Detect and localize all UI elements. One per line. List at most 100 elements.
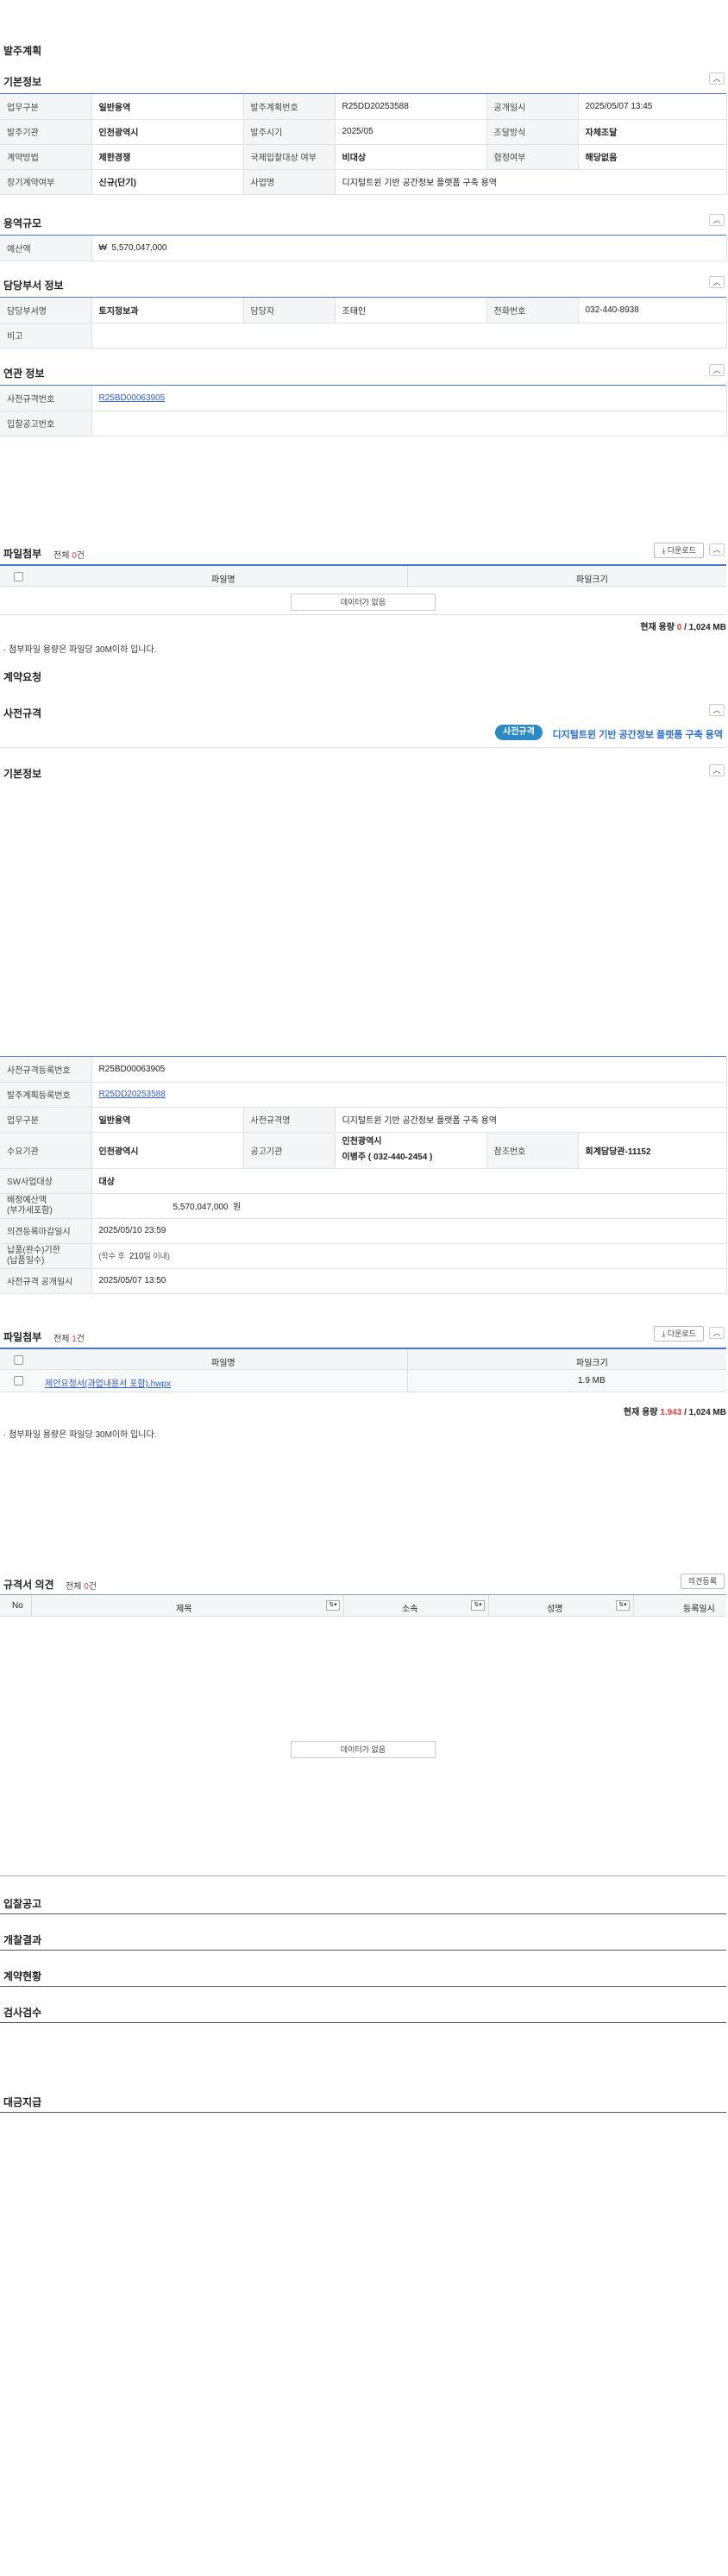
value-proc-method: 자체조달 (578, 119, 727, 145)
order-basic-title: 기본정보 (3, 76, 42, 88)
chevron-up-icon[interactable]: ︿ (709, 214, 725, 226)
value-work-type: 일반용역 (91, 94, 244, 120)
value-sw: 대상 (91, 1168, 727, 1194)
download-button[interactable]: ⤓ 다운로드 (654, 543, 704, 558)
prespec-basic-table: 사전규격등록번호 R25BD00063905 발주계획등록번호 R25DD202… (0, 1057, 727, 1294)
sort-icon[interactable]: ⇅▾ (326, 1600, 340, 1611)
dept-title: 담당부서 정보 (3, 280, 64, 292)
chevron-up-icon[interactable]: ︿ (709, 764, 725, 776)
prespec-attach-title: 파일첨부 (3, 1331, 42, 1343)
chevron-up-icon[interactable]: ︿ (709, 72, 725, 85)
opinion-header: No 제목 ⇅▾ 소속 ⇅▾ 성명 ⇅▾ 등록일시 (0, 1594, 726, 1617)
file-checkbox[interactable] (14, 1376, 23, 1385)
col-affiliation: 소속 (402, 1605, 418, 1614)
label-deadline: 의견등록마감일시 (0, 1218, 92, 1244)
period-suffix: 일 이내) (143, 1252, 170, 1260)
label-long-term: 장기계약여부 (0, 169, 92, 195)
select-all-checkbox[interactable] (14, 572, 23, 581)
related-table: 사전규격번호 R25BD00063905 입찰공고번호 (0, 386, 727, 437)
period-prefix: (착수 후 (98, 1252, 125, 1260)
currency-symbol: ₩ (98, 242, 107, 253)
budget-unit: 원 (233, 1203, 242, 1212)
label-intl: 국제입찰대상 여부 (243, 144, 336, 170)
value-contract-method: 제한경쟁 (91, 144, 244, 170)
value-ref-no: 회계담당관-11152 (578, 1132, 727, 1169)
contract-status-title: 계약현황 (3, 1970, 42, 1982)
chevron-up-icon[interactable]: ︿ (709, 704, 725, 716)
label-proc-method: 조달방식 (486, 119, 579, 145)
value-project-name: 디지털트윈 기반 공간정보 플랫폼 구축 용역 (335, 169, 727, 195)
label-contract-method: 계약방법 (0, 144, 92, 170)
value-dept: 토지정보과 (91, 298, 244, 324)
value-remark (91, 323, 727, 349)
label-bid-no: 입찰공고번호 (0, 411, 92, 437)
label-open-date: 공개일시 (486, 94, 579, 120)
value-open: 2025/05/07 13:50 (91, 1268, 727, 1294)
label-notice-org: 공고기관 (243, 1132, 336, 1169)
scale-table: 예산액 ₩ 5,570,047,000 (0, 236, 727, 261)
col-name: 성명 (547, 1605, 563, 1614)
value-work: 일반용역 (91, 1107, 244, 1133)
prespec-spec-title: 디지털트윈 기반 공간정보 플랫폼 구축 용역 (552, 730, 723, 740)
payment-title: 대금지급 (3, 2096, 42, 2108)
opinion-count: 전체 0건 (66, 1582, 97, 1592)
register-opinion-button[interactable]: 의견등록 (680, 1574, 725, 1589)
label-dept: 담당부서명 (0, 298, 92, 324)
value-demand: 인천광역시 (91, 1132, 244, 1169)
select-all-checkbox[interactable] (14, 1355, 23, 1365)
order-attach-count: 전체 0건 (53, 551, 85, 561)
label-budget: 예산액 (0, 236, 92, 261)
prespec-basic-title: 기본정보 (3, 768, 42, 780)
chevron-up-icon[interactable]: ︿ (709, 1327, 725, 1339)
inspection-title: 검사검수 (3, 2007, 42, 2019)
sort-icon[interactable]: ⇅▾ (471, 1600, 485, 1611)
value-long-term: 신규(단기) (91, 169, 244, 195)
bid-notice-title: 입찰공고 (3, 1898, 42, 1910)
label-project-name: 사업명 (243, 169, 336, 195)
col-file-size: 파일크기 (576, 1359, 608, 1368)
label-ref-no: 참조번호 (486, 1132, 579, 1169)
prespec-badge: 사전규격 (495, 725, 543, 740)
value-deadline: 2025/05/10 23:59 (91, 1218, 727, 1244)
prespec-attach-count: 전체 1건 (53, 1335, 85, 1344)
prespec-attach-capacity: 현재 용량 1.943 / 1,024 MB (623, 1408, 726, 1417)
value-bid-no (91, 411, 727, 437)
value-phone: 032-440-8938 (578, 298, 727, 324)
file-link[interactable]: 제안요청서(과업내용서 포함).hwpx (45, 1376, 171, 1389)
sort-icon[interactable]: ⇅▾ (616, 1600, 630, 1611)
prespec-no-link[interactable]: R25BD00063905 (99, 393, 166, 403)
label-person: 담당자 (243, 298, 336, 324)
col-title: 제목 (176, 1605, 192, 1614)
value-reg-no: R25BD00063905 (91, 1057, 727, 1083)
no-data-message: 데이터가 없음 (291, 1741, 436, 1758)
order-attach-note: · 첨부파일 용량은 파일당 30M이하 입니다. (3, 645, 157, 655)
chevron-up-icon[interactable]: ︿ (709, 543, 725, 556)
label-agreement: 협정여부 (486, 144, 579, 170)
value-person: 조태인 (335, 298, 487, 324)
dept-table: 담당부서명 토지정보과 담당자 조태인 전화번호 032-440-8938 비고 (0, 298, 727, 349)
no-data-message: 데이터가 없음 (291, 594, 436, 611)
value-budget: 5,570,047,000 (111, 242, 167, 253)
order-attach-capacity: 현재 용량 0 / 1,024 MB (640, 623, 726, 632)
label-remark: 비고 (0, 323, 92, 349)
label-work: 업무구분 (0, 1107, 92, 1133)
chevron-up-icon[interactable]: ︿ (709, 276, 725, 288)
value-notice-contact: 이병주 ( 032-440-2454 ) (342, 1153, 433, 1162)
label-plan-reg-no: 발주계획등록번호 (0, 1082, 92, 1108)
value-plan-no: R25DD20253588 (335, 94, 487, 120)
value-spec-name: 디지털트윈 기반 공간정보 플랫폼 구축 용역 (335, 1107, 727, 1133)
value-org: 인천광역시 (91, 119, 244, 145)
label-prespec-no: 사전규격번호 (0, 386, 92, 412)
value-order-time: 2025/05 (335, 119, 487, 145)
chevron-up-icon[interactable]: ︿ (709, 364, 725, 376)
value-alloc-budget: 5,570,047,000 (173, 1203, 229, 1212)
order-attach-title: 파일첨부 (3, 548, 42, 560)
prespec-attach-header: 파일명 파일크기 (0, 1348, 726, 1371)
col-reg-date: 등록일시 (683, 1605, 715, 1614)
value-notice-org: 인천광역시 (342, 1137, 382, 1147)
prespec-title: 사전규격 (3, 707, 42, 719)
download-button[interactable]: ⤓ 다운로드 (654, 1326, 704, 1341)
col-file-name: 파일명 (211, 1359, 235, 1368)
label-order-time: 발주시기 (243, 119, 336, 145)
plan-reg-no-link[interactable]: R25DD20253588 (99, 1090, 166, 1099)
